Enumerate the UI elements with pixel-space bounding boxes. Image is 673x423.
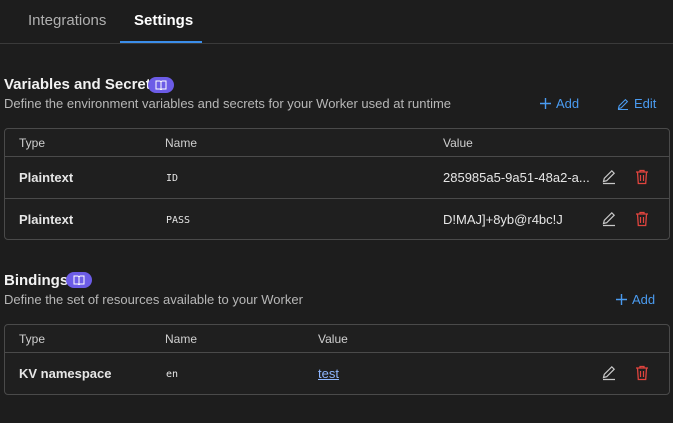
variables-add-button[interactable]: Add: [540, 96, 579, 111]
bindings-add-label: Add: [632, 292, 656, 307]
column-header-type: Type: [19, 136, 46, 150]
book-icon: [73, 275, 85, 285]
variables-table: Type Name Value Plaintext ID 285985a5-9a…: [4, 128, 670, 240]
tab-settings[interactable]: Settings: [134, 12, 193, 29]
delete-row-button[interactable]: [635, 365, 651, 381]
table-row: KV namespace en test: [5, 353, 669, 394]
bindings-docs-badge[interactable]: [66, 272, 92, 288]
column-header-value: Value: [443, 136, 473, 150]
variables-docs-badge[interactable]: [148, 77, 174, 93]
row-value: D!MAJ]+8yb@r4bc!J: [443, 212, 563, 227]
bindings-section-title: Bindings: [4, 272, 69, 289]
trash-icon: [636, 211, 648, 227]
bindings-table-header: Type Name Value: [5, 325, 669, 353]
variables-section-title: Variables and Secrets: [4, 76, 160, 93]
variables-table-header: Type Name Value: [5, 129, 669, 157]
plus-icon: [616, 294, 627, 305]
edit-row-button[interactable]: [601, 365, 617, 381]
column-header-type: Type: [19, 332, 46, 346]
delete-row-button[interactable]: [635, 211, 651, 227]
column-header-value: Value: [318, 332, 348, 346]
bindings-add-button[interactable]: Add: [616, 292, 655, 307]
pencil-icon: [602, 211, 616, 227]
plus-icon: [540, 98, 551, 109]
trash-icon: [636, 365, 648, 381]
row-name: ID: [166, 173, 179, 184]
column-header-name: Name: [165, 136, 198, 150]
variables-add-label: Add: [556, 96, 580, 111]
table-row: Plaintext ID 285985a5-9a51-48a2-a...: [5, 157, 669, 198]
variables-section-description: Define the environment variables and sec…: [4, 96, 452, 111]
table-row: Plaintext PASS D!MAJ]+8yb@r4bc!J: [5, 198, 669, 239]
bindings-section-description: Define the set of resources available to…: [4, 292, 303, 307]
row-name: en: [166, 369, 179, 380]
row-type: Plaintext: [19, 212, 74, 227]
edit-row-button[interactable]: [601, 169, 617, 185]
pencil-icon: [602, 169, 616, 185]
row-name: PASS: [166, 215, 191, 226]
tab-integrations[interactable]: Integrations: [28, 12, 106, 29]
row-type: Plaintext: [19, 170, 74, 185]
variables-edit-button[interactable]: Edit: [617, 96, 656, 111]
kv-namespace-link[interactable]: test: [318, 366, 339, 381]
tab-bar: Integrations Settings: [0, 0, 673, 44]
variables-edit-label: Edit: [634, 96, 657, 111]
column-header-name: Name: [165, 332, 198, 346]
pencil-icon: [602, 365, 616, 381]
trash-icon: [636, 169, 648, 185]
delete-row-button[interactable]: [635, 169, 651, 185]
bindings-table: Type Name Value KV namespace en test: [4, 324, 670, 395]
edit-row-button[interactable]: [601, 211, 617, 227]
pencil-icon: [617, 98, 629, 110]
row-value: 285985a5-9a51-48a2-a...: [443, 170, 590, 185]
book-icon: [155, 80, 167, 90]
row-type: KV namespace: [19, 366, 112, 381]
active-tab-indicator: [120, 41, 202, 43]
